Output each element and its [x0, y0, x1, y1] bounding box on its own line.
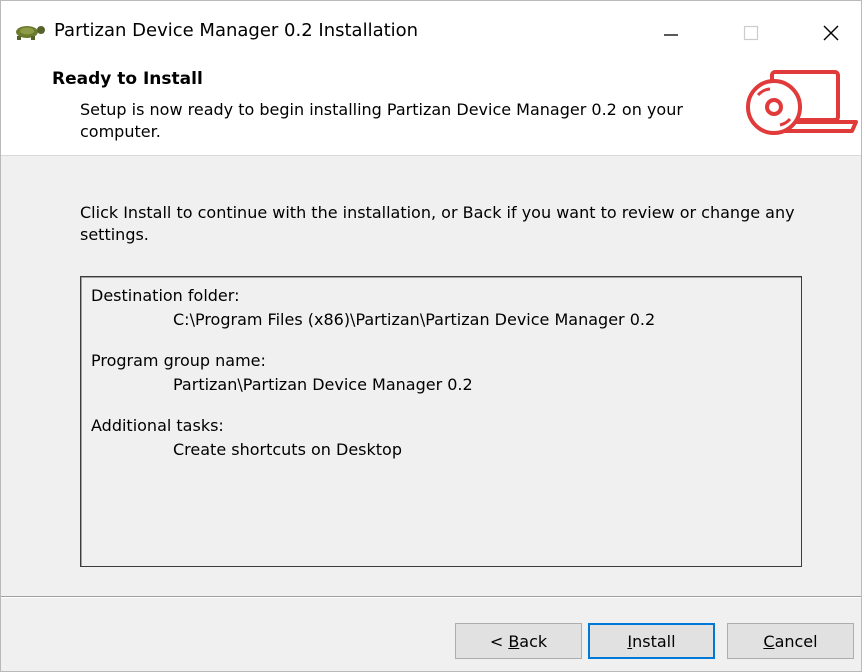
laptop-with-disc-icon [744, 69, 860, 141]
cancel-button[interactable]: Cancel [727, 623, 854, 659]
back-button[interactable]: < Back [455, 623, 582, 659]
cancel-button-label: ancel [774, 631, 818, 651]
cancel-button-mnemonic: C [763, 631, 775, 651]
memo-value: Partizan\Partizan Device Manager 0.2 [173, 375, 473, 394]
memo-additional-tasks: Additional tasks: Create shortcuts on De… [81, 414, 801, 462]
install-button-label: nstall [632, 631, 676, 651]
back-button-mnemonic: B [508, 631, 520, 651]
page-subtitle: Setup is now ready to begin installing P… [80, 100, 683, 141]
instruction-text: Click Install to continue with the insta… [80, 203, 795, 244]
back-button-prefix: < [489, 631, 509, 651]
footer-divider [1, 596, 861, 598]
title-bar[interactable]: Partizan Device Manager 0.2 Installation [1, 1, 861, 63]
memo-value: C:\Program Files (x86)\Partizan\Partizan… [173, 310, 656, 329]
memo-value: Create shortcuts on Desktop [173, 440, 402, 459]
page-title: Ready to Install [52, 69, 203, 89]
memo-label: Program group name: [91, 351, 266, 370]
ready-memo[interactable]: Destination folder: C:\Program Files (x8… [80, 276, 802, 567]
close-icon [823, 25, 839, 41]
maximize-button [721, 11, 781, 55]
memo-label: Destination folder: [91, 286, 240, 305]
minimize-button[interactable] [641, 11, 701, 55]
minimize-icon [664, 34, 678, 36]
wizard-body: Click Install to continue with the insta… [1, 156, 861, 596]
installer-window: Partizan Device Manager 0.2 Installation… [0, 0, 862, 672]
wizard-header: Ready to Install Setup is now ready to b… [1, 63, 861, 156]
maximize-icon [743, 25, 759, 41]
memo-destination: Destination folder: C:\Program Files (x8… [81, 284, 801, 332]
close-button[interactable] [801, 11, 861, 55]
memo-program-group: Program group name: Partizan\Partizan De… [81, 349, 801, 397]
app-icon [13, 23, 49, 41]
memo-label: Additional tasks: [91, 416, 224, 435]
install-button[interactable]: Install [588, 623, 715, 659]
window-title: Partizan Device Manager 0.2 Installation [54, 20, 419, 41]
back-button-label: ack [519, 631, 548, 651]
